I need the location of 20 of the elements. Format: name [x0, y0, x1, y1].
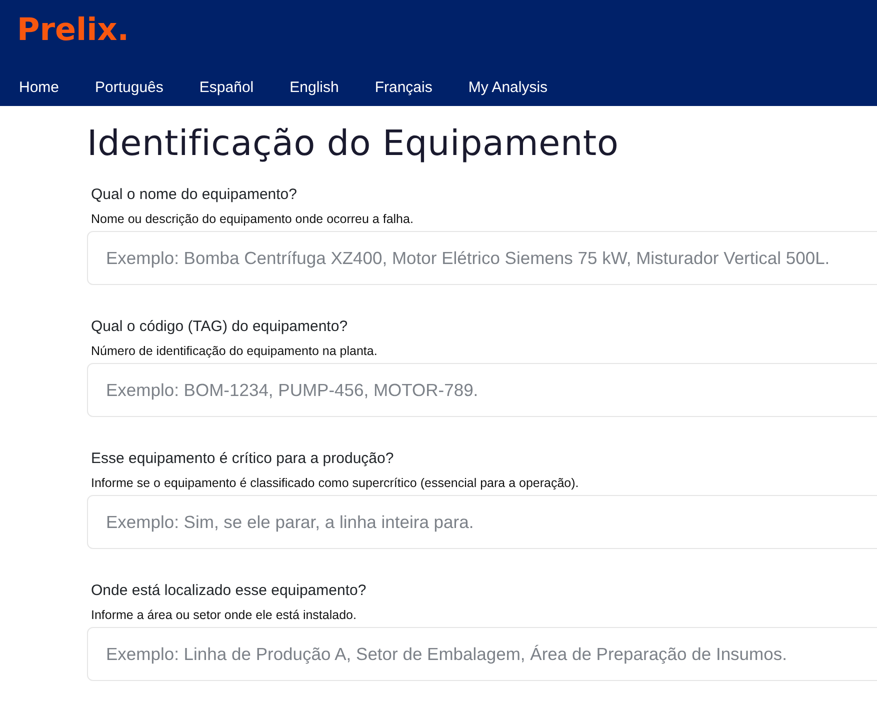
input-field[interactable]: Exemplo: Linha de Produção A, Setor de Embalagem, Área de Preparação de Insumos. [87, 627, 877, 681]
field-hint: Nome ou descrição do equipamento onde ocorreu a falha. [91, 212, 414, 226]
nav-link[interactable]: Português [78, 75, 180, 100]
field-label: Onde está localizado esse equipamento? [91, 582, 368, 599]
field-hint: Número de identificação do equipamento na planta. [91, 344, 378, 358]
nav-link[interactable]: Home [2, 75, 76, 100]
input-field[interactable]: Exemplo: BOM-1234, PUMP-456, MOTOR-789. [87, 363, 877, 417]
field-label: Qual o nome do equipamento? [91, 186, 298, 203]
nav-link[interactable]: My Analysis [451, 75, 565, 100]
nav-link[interactable]: Español [182, 75, 271, 100]
input-field[interactable]: Exemplo: Sim, se ele parar, a linha inteira para. [87, 495, 877, 549]
field-label: Esse equipamento é crítico para a produção? [91, 450, 395, 467]
nav-link[interactable]: Français [358, 75, 450, 100]
nav-link[interactable]: English [272, 75, 356, 100]
field-hint: Informe a área ou setor onde ele está instalado. [91, 608, 358, 622]
page-title: Identificação do Equipamento [87, 124, 620, 164]
field-label: Qual o código (TAG) do equipamento? [91, 318, 349, 335]
field-hint: Informe se o equipamento é classificado como supercrítico (essencial para a operação). [91, 476, 580, 490]
input-field[interactable]: Exemplo: Bomba Centrífuga XZ400, Motor Elétrico Siemens 75 kW, Misturador Vertical 500L. [87, 231, 877, 285]
logo[interactable]: Prelix. [17, 12, 130, 48]
